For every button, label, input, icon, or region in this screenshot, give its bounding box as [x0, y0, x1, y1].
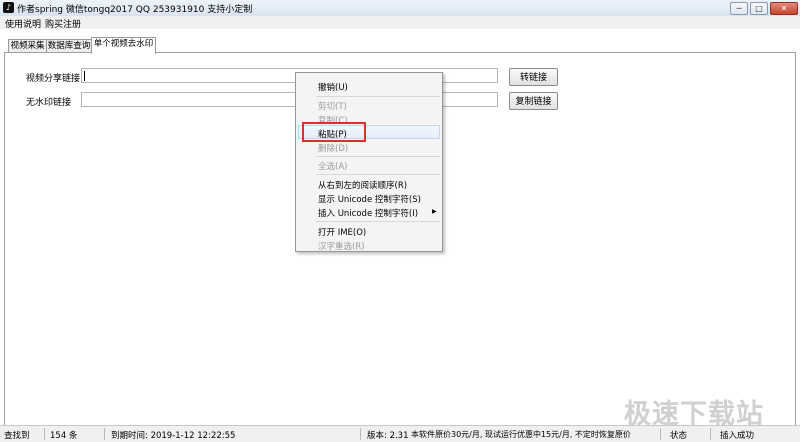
- found-count: 154 条: [50, 431, 78, 441]
- tiktok-icon: ♪: [3, 2, 14, 13]
- share-link-label: 视频分享链接: [26, 74, 81, 84]
- maximize-button[interactable]: □: [750, 2, 768, 15]
- found-label: 查找到: [4, 431, 30, 441]
- state-label: 状态: [670, 431, 688, 441]
- tab-db-query[interactable]: 数据库查询: [46, 39, 92, 53]
- title-bar: ♪ 作者spring 微信tongq2017 QQ 253931910 支持小定…: [0, 0, 800, 17]
- state-value: 插入成功: [720, 431, 755, 441]
- ctx-delete[interactable]: 删除(D): [318, 142, 348, 154]
- ctx-separator: [316, 156, 440, 157]
- status-bar: 查找到 154 条 到期时间: 2019-1-12 12:22:55 版本: 2…: [0, 425, 800, 442]
- submenu-arrow-icon: ▶: [432, 208, 437, 215]
- version-text: 版本: 2.31: [367, 431, 409, 441]
- ctx-separator: [316, 96, 440, 97]
- window-title: 作者spring 微信tongq2017 QQ 253931910 支持小定制: [17, 5, 253, 15]
- price-note: 本软件原价30元/月, 现试运行优惠中15元/月, 不定时恢复原价: [411, 430, 631, 439]
- ctx-undo[interactable]: 撤销(U): [318, 81, 348, 93]
- context-menu: 撤销(U) 剪切(T) 复制(C) 粘贴(P) 删除(D) 全选(A) 从右到左…: [295, 72, 443, 252]
- nowatermark-label: 无水印链接: [26, 98, 72, 108]
- minimize-button[interactable]: ─: [730, 2, 748, 15]
- paste-highlight-box: [302, 122, 366, 142]
- ctx-select-all[interactable]: 全选(A): [318, 160, 347, 172]
- status-divider: [44, 428, 45, 440]
- menu-usage[interactable]: 使用说明: [5, 17, 41, 30]
- menu-bar: 使用说明 购买注册: [0, 16, 800, 30]
- ctx-separator: [316, 174, 440, 175]
- ctx-separator: [316, 221, 440, 222]
- copy-link-button[interactable]: 复制链接: [509, 92, 558, 110]
- status-divider: [104, 428, 105, 440]
- menu-purchase[interactable]: 购买注册: [45, 17, 81, 30]
- tab-single-remove-watermark[interactable]: 单个视频去水印: [91, 37, 156, 54]
- close-button[interactable]: ✕: [770, 2, 798, 15]
- ctx-reconvert[interactable]: 汉字重选(R): [318, 240, 365, 252]
- ctx-insert-unicode[interactable]: 插入 Unicode 控制字符(I): [318, 207, 418, 219]
- expiry-time: 到期时间: 2019-1-12 12:22:55: [111, 431, 236, 441]
- ctx-open-ime[interactable]: 打开 IME(O): [318, 226, 366, 238]
- convert-link-button[interactable]: 转链接: [509, 68, 558, 86]
- text-caret: [84, 71, 85, 81]
- status-divider: [660, 428, 661, 440]
- status-divider: [360, 428, 361, 440]
- ctx-rtl-reading[interactable]: 从右到左的阅读顺序(R): [318, 179, 407, 191]
- status-divider: [710, 428, 711, 440]
- ctx-show-unicode[interactable]: 显示 Unicode 控制字符(S): [318, 193, 421, 205]
- ctx-cut[interactable]: 剪切(T): [318, 100, 347, 112]
- tab-video-collect[interactable]: 视频采集: [8, 39, 47, 53]
